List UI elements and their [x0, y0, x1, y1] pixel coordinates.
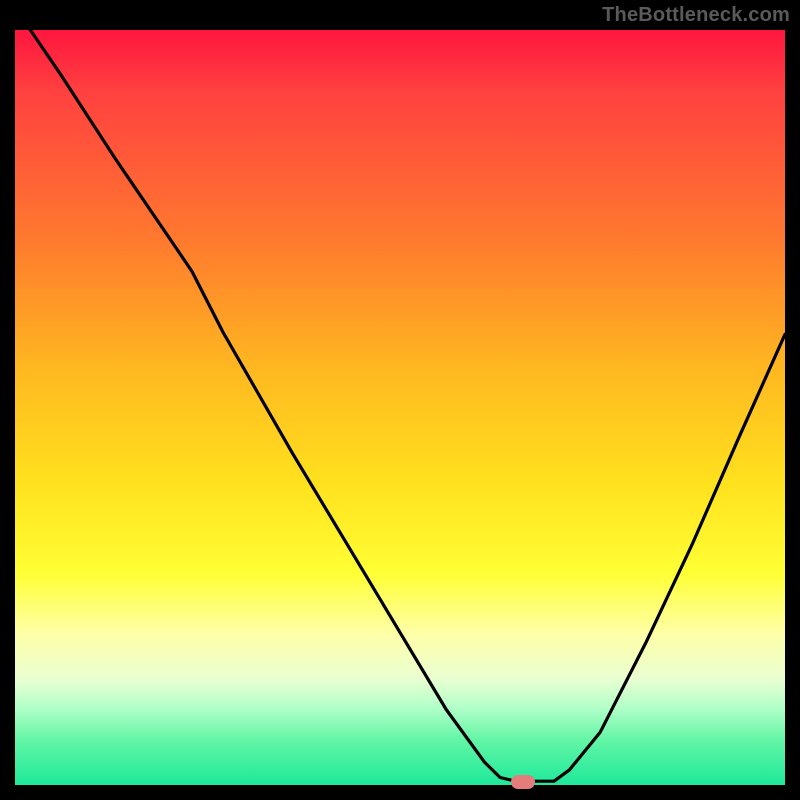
- chart-frame: TheBottleneck.com: [0, 0, 800, 800]
- optimal-marker: [511, 775, 535, 789]
- watermark-text: TheBottleneck.com: [602, 4, 790, 27]
- bottleneck-curve: [15, 30, 785, 785]
- plot-area: [15, 30, 785, 785]
